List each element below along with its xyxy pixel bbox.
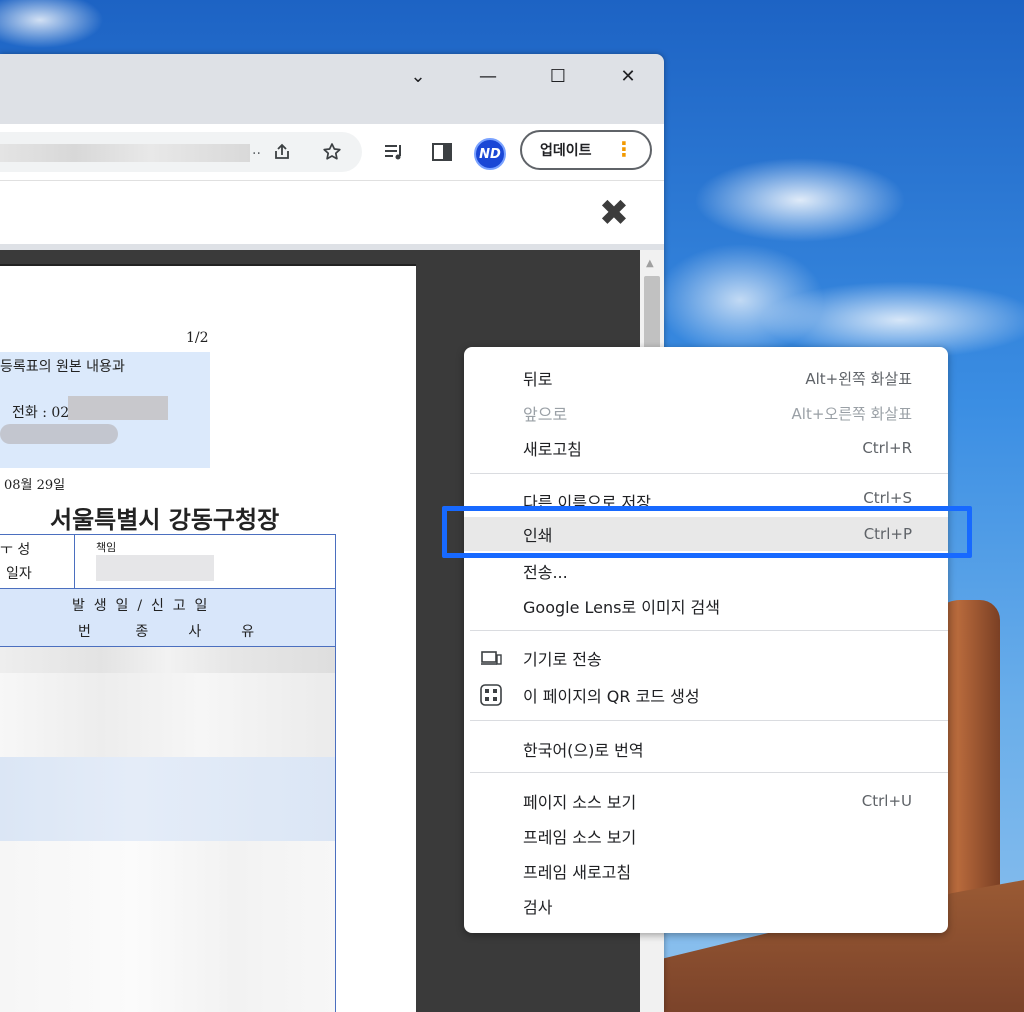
menu-item-shortcut: Ctrl+S bbox=[863, 489, 912, 507]
side-panel-icon[interactable] bbox=[428, 138, 456, 166]
notice-phone: 전화 : 02 bbox=[12, 405, 70, 421]
menu-separator bbox=[470, 772, 948, 773]
menu-item-qr-code[interactable]: 이 페이지의 QR 코드 생성 bbox=[464, 678, 948, 712]
page-number: 1/2 bbox=[186, 330, 209, 346]
menu-item-inspect[interactable]: 검사 bbox=[464, 889, 948, 923]
menu-item-save-as[interactable]: 다른 이름으로 저장... Ctrl+S bbox=[464, 487, 948, 507]
menu-separator bbox=[470, 720, 948, 721]
more-menu-icon: ⋮ bbox=[614, 137, 634, 161]
menu-item-label: Google Lens로 이미지 검색 bbox=[523, 598, 720, 617]
menu-item-cast[interactable]: 전송... bbox=[464, 554, 948, 588]
update-button-label: 업데이트 bbox=[540, 143, 592, 159]
minimize-icon: — bbox=[479, 65, 497, 87]
menu-item-google-lens[interactable]: Google Lens로 이미지 검색 bbox=[464, 589, 948, 623]
menu-item-shortcut: Alt+왼쪽 화살표 bbox=[805, 369, 912, 388]
issuer-name: 서울특별시 강동구청장 bbox=[50, 505, 280, 534]
device-icon bbox=[480, 647, 502, 669]
table-cell-label: ㅜ 성 bbox=[0, 542, 31, 558]
table-divider bbox=[74, 535, 75, 589]
menu-item-label: 새로고침 bbox=[523, 440, 582, 459]
menu-item-label: 전송... bbox=[523, 563, 568, 582]
menu-separator bbox=[470, 473, 948, 474]
menu-item-forward[interactable]: 앞으로 Alt+오른쪽 화살표 bbox=[464, 396, 948, 430]
maximize-icon: ☐ bbox=[549, 65, 567, 87]
menu-item-label: 페이지 소스 보기 bbox=[523, 793, 637, 812]
table-cell-label: 책임 bbox=[96, 541, 117, 554]
menu-item-reload-frame[interactable]: 프레임 새로고침 bbox=[464, 854, 948, 888]
table-header-top: 발 생 일 / 신 고 일 bbox=[72, 598, 208, 614]
minimize-button[interactable]: — bbox=[468, 60, 508, 92]
menu-item-shortcut: Alt+오른쪽 화살표 bbox=[791, 404, 912, 423]
menu-item-reload[interactable]: 새로고침 Ctrl+R bbox=[464, 431, 948, 465]
scrollbar-thumb[interactable] bbox=[644, 276, 660, 356]
viewer-header bbox=[0, 180, 664, 244]
redacted-address bbox=[0, 424, 118, 444]
media-control-icon[interactable] bbox=[380, 138, 408, 166]
menu-item-shortcut: Ctrl+U bbox=[861, 792, 912, 810]
url-ellipsis: .. bbox=[252, 142, 261, 158]
viewer-close-icon[interactable]: ✖ bbox=[596, 196, 632, 232]
context-menu: 뒤로 Alt+왼쪽 화살표 앞으로 Alt+오른쪽 화살표 새로고침 Ctrl+… bbox=[464, 347, 948, 933]
issue-date: 08월 29일 bbox=[4, 478, 66, 493]
update-button[interactable]: 업데이트 ⋮ bbox=[520, 130, 652, 170]
url-text-redacted bbox=[0, 144, 250, 162]
menu-item-label: 검사 bbox=[523, 898, 553, 917]
reading-list-icon[interactable] bbox=[380, 70, 408, 98]
record-table: ㅜ 성 일자 책임 발 생 일 / 신 고 일 번 종 사 유 bbox=[0, 534, 336, 1012]
close-icon: ✕ bbox=[620, 65, 636, 87]
menu-item-translate[interactable]: 한국어(으)로 번역 bbox=[464, 732, 948, 766]
bookmark-star-icon[interactable] bbox=[318, 138, 346, 166]
redacted-cell bbox=[96, 555, 214, 581]
redacted-phone bbox=[68, 396, 168, 420]
menu-item-back[interactable]: 뒤로 Alt+왼쪽 화살표 bbox=[464, 361, 948, 395]
redacted-row bbox=[0, 841, 335, 1012]
menu-item-label: 프레임 소스 보기 bbox=[523, 828, 637, 847]
menu-item-view-frame-source[interactable]: 프레임 소스 보기 bbox=[464, 819, 948, 853]
scroll-up-arrow-icon[interactable]: ▲ bbox=[646, 258, 654, 269]
menu-item-send-to-device[interactable]: 기기로 전송 bbox=[464, 641, 948, 675]
menu-item-label: 앞으로 bbox=[523, 405, 568, 424]
chevron-down-icon: ⌄ bbox=[410, 65, 426, 87]
table-row: ㅜ 성 일자 책임 bbox=[0, 535, 335, 589]
menu-item-label: 한국어(으)로 번역 bbox=[523, 741, 644, 760]
table-cell-label: 일자 bbox=[6, 566, 32, 582]
address-bar[interactable]: .. bbox=[0, 132, 362, 172]
table-header-bottom: 번 종 사 유 bbox=[78, 624, 255, 640]
menu-item-view-source[interactable]: 페이지 소스 보기 Ctrl+U bbox=[464, 784, 948, 818]
close-window-button[interactable]: ✕ bbox=[608, 60, 648, 92]
notice-line-1: 등록표의 원본 내용과 bbox=[0, 359, 125, 375]
menu-separator bbox=[470, 630, 948, 631]
menu-item-label: 프레임 새로고침 bbox=[523, 863, 632, 882]
share-icon[interactable] bbox=[268, 138, 296, 166]
title-bar: ⌄ — ☐ ✕ bbox=[0, 54, 664, 124]
menu-item-label: 다른 이름으로 저장... bbox=[523, 493, 667, 507]
redacted-row bbox=[0, 673, 335, 757]
qr-code-icon bbox=[480, 684, 502, 706]
maximize-button[interactable]: ☐ bbox=[538, 60, 578, 92]
redacted-row bbox=[0, 647, 335, 673]
profile-avatar[interactable]: ND bbox=[474, 138, 506, 170]
redacted-row bbox=[0, 757, 335, 841]
menu-item-shortcut: Ctrl+R bbox=[862, 439, 912, 457]
menu-item-label: 이 페이지의 QR 코드 생성 bbox=[523, 687, 700, 706]
table-header-row: 발 생 일 / 신 고 일 번 종 사 유 bbox=[0, 589, 335, 647]
menu-item-label: 기기로 전송 bbox=[523, 650, 602, 669]
menu-item-label: 뒤로 bbox=[523, 370, 553, 389]
print-highlight-annotation bbox=[442, 506, 972, 558]
